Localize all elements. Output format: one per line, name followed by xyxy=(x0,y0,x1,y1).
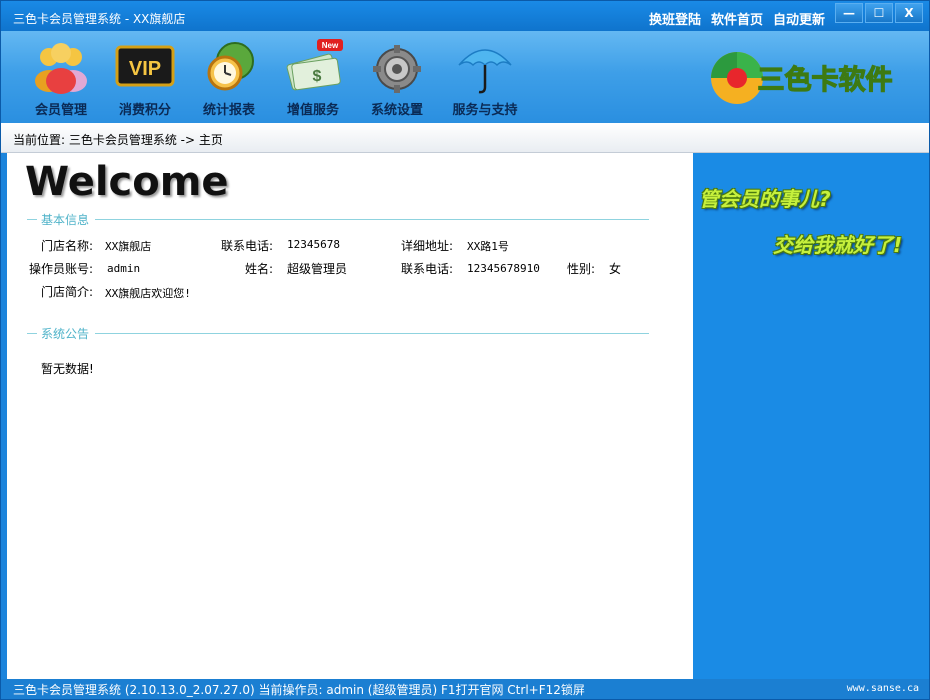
operator-phone-label: 联系电话: xyxy=(401,262,454,276)
toolbar-support-button[interactable]: 服务与支持 xyxy=(443,39,527,119)
minimize-button[interactable]: — xyxy=(835,3,863,23)
breadcrumb-text: 当前位置: 三色卡会员管理系统 -> 主页 xyxy=(13,133,223,147)
main-content: Welcome 基本信息 门店名称: XX旗舰店 联系电话: 12345678 … xyxy=(7,153,693,679)
name-value: 超级管理员 xyxy=(287,262,348,276)
slogan-line-1: 管会员的事儿? xyxy=(699,187,831,211)
toolbar-label-points: 消费积分 xyxy=(118,103,171,118)
gear-icon xyxy=(373,45,421,93)
basic-info-section-title: 基本信息 xyxy=(27,211,649,228)
basic-info-title: 基本信息 xyxy=(41,213,90,227)
title-links: 换班登陆 软件首页 自动更新 xyxy=(649,9,825,28)
section-dash xyxy=(27,333,37,334)
clock-globe-icon xyxy=(207,42,254,91)
status-text: 三色卡会员管理系统 (2.10.13.0_2.07.27.0) 当前操作员: a… xyxy=(13,683,585,697)
money-new-icon: $ New xyxy=(286,39,343,91)
window-controls: — ☐ X xyxy=(835,3,923,23)
notice-section-title: 系统公告 xyxy=(27,325,649,342)
toolbar-reports-button[interactable]: 统计报表 xyxy=(187,39,271,119)
toolbar-label-reports: 统计报表 xyxy=(202,103,255,118)
address-value: XX路1号 xyxy=(467,240,509,253)
toolbar-label-members: 会员管理 xyxy=(34,103,87,118)
new-badge: New xyxy=(322,41,339,50)
auto-update-link[interactable]: 自动更新 xyxy=(773,9,825,28)
toolbar-settings-button[interactable]: 系统设置 xyxy=(355,39,439,119)
status-bar: 三色卡会员管理系统 (2.10.13.0_2.07.27.0) 当前操作员: a… xyxy=(1,679,929,699)
toolbar-label-value-added: 增值服务 xyxy=(286,103,339,118)
status-website-link[interactable]: www.sanse.ca xyxy=(847,683,919,694)
main-toolbar: 会员管理 VIP 消费积分 统计报表 $ New 增值服务 系统设置 服务与支持… xyxy=(1,31,929,123)
brand-logo: 三色卡软件 xyxy=(711,52,893,104)
toolbar-members-button[interactable]: 会员管理 xyxy=(19,39,103,119)
promo-sidebar: 管会员的事儿? 交给我就好了! xyxy=(693,153,929,679)
store-name-value: XX旗舰店 xyxy=(105,240,152,253)
store-intro-value: XX旗舰店欢迎您! xyxy=(105,287,191,300)
toolbar-label-support: 服务与支持 xyxy=(452,103,518,118)
app-window: 三色卡会员管理系统 - XX旗舰店 换班登陆 软件首页 自动更新 — ☐ X 会… xyxy=(0,0,930,700)
toolbar-value-added-button[interactable]: $ New 增值服务 xyxy=(271,39,355,119)
members-icon xyxy=(35,43,87,94)
brand-name: 三色卡软件 xyxy=(758,64,893,96)
store-intro-label: 门店简介: xyxy=(41,285,94,299)
store-name-label: 门店名称: xyxy=(41,239,94,253)
title-bar: 三色卡会员管理系统 - XX旗舰店 换班登陆 软件首页 自动更新 — ☐ X xyxy=(1,1,929,31)
address-label: 详细地址: xyxy=(401,239,454,253)
section-rule xyxy=(95,333,649,334)
notice-empty-text: 暂无数据! xyxy=(41,362,94,376)
software-home-link[interactable]: 软件首页 xyxy=(711,9,763,28)
store-phone-label: 联系电话: xyxy=(221,239,274,253)
switch-login-link[interactable]: 换班登陆 xyxy=(649,9,701,28)
store-phone-value: 12345678 xyxy=(287,238,340,251)
slogan-line-2: 交给我就好了! xyxy=(773,233,903,257)
toolbar-points-button[interactable]: VIP 消费积分 xyxy=(103,39,187,119)
operator-phone-value: 12345678910 xyxy=(467,262,540,275)
breadcrumb: 当前位置: 三色卡会员管理系统 -> 主页 xyxy=(1,123,929,153)
window-title: 三色卡会员管理系统 - XX旗舰店 xyxy=(13,12,186,26)
toolbar-label-settings: 系统设置 xyxy=(370,103,423,118)
name-label: 姓名: xyxy=(245,262,274,276)
maximize-button[interactable]: ☐ xyxy=(865,3,893,23)
gender-label: 性别: xyxy=(567,262,596,276)
notice-title: 系统公告 xyxy=(41,327,90,341)
vip-text: VIP xyxy=(129,58,161,80)
section-dash xyxy=(27,219,37,220)
gender-value: 女 xyxy=(609,262,622,276)
svg-text:$: $ xyxy=(313,68,322,85)
close-button[interactable]: X xyxy=(895,3,923,23)
welcome-heading: Welcome xyxy=(25,159,229,205)
section-rule xyxy=(95,219,649,220)
vip-icon: VIP xyxy=(115,45,175,87)
umbrella-icon xyxy=(458,49,512,94)
operator-account-value: admin xyxy=(107,262,141,275)
operator-account-label: 操作员账号: xyxy=(29,262,94,276)
